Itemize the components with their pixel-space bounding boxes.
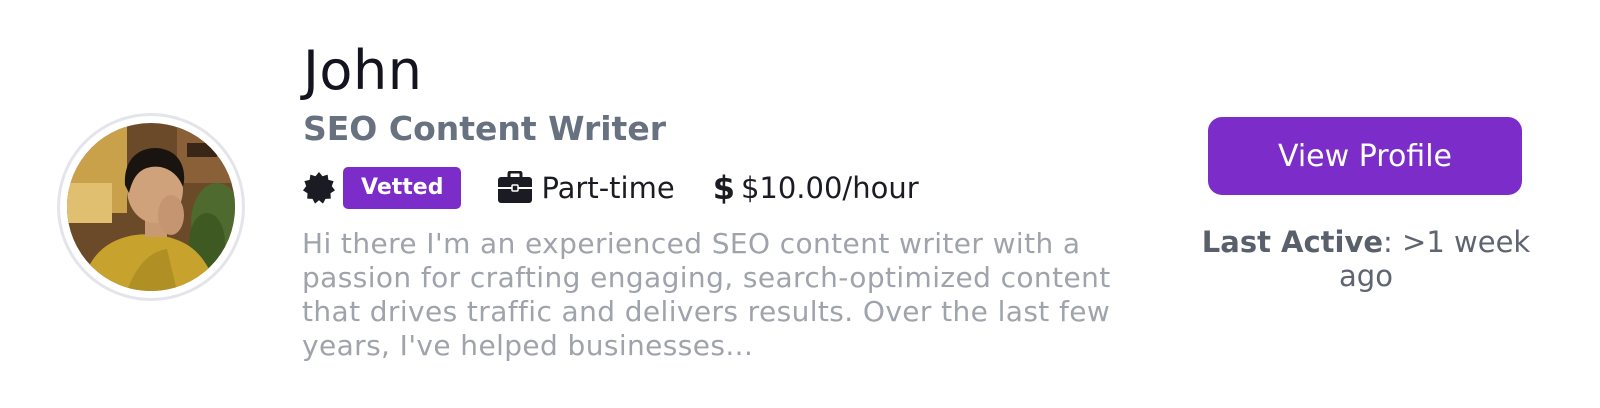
briefcase-icon — [497, 171, 533, 205]
last-active: Last Active: >1 week ago — [1196, 225, 1536, 293]
job-title: SEO Content Writer — [303, 109, 666, 148]
freelancer-name: John — [303, 39, 423, 102]
profile-description: Hi there I'm an experienced SEO content … — [302, 227, 1111, 362]
hourly-rate: $10.00/hour — [740, 171, 919, 205]
freelancer-card: John SEO Content Writer Vetted Part-time… — [0, 0, 1600, 408]
vetted-badge: Vetted — [343, 167, 462, 209]
avatar-photo — [67, 123, 235, 291]
last-active-separator: : — [1383, 225, 1403, 259]
avatar — [57, 113, 245, 301]
view-profile-button[interactable]: View Profile — [1208, 117, 1522, 195]
dollar-icon: $ — [712, 169, 735, 207]
last-active-label: Last Active — [1201, 225, 1384, 259]
employment-type: Part-time — [541, 171, 675, 205]
seal-icon — [302, 171, 336, 205]
meta-row: Vetted Part-time $ $10.00/hour — [302, 166, 919, 210]
